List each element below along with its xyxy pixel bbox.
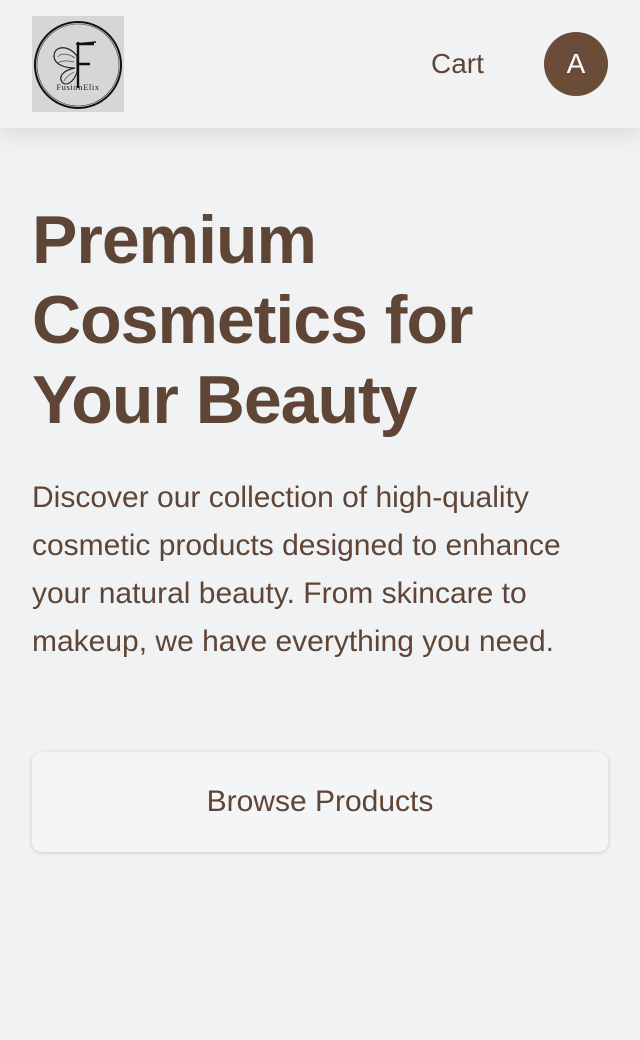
cart-link[interactable]: Cart [431,46,484,82]
browse-products-button[interactable]: Browse Products [32,752,608,852]
logo-wordmark: FusionElix [56,82,99,92]
hero-description: Discover our collection of high-quality … [32,481,561,658]
brand-logo[interactable]: FusionElix [32,16,124,112]
site-header: FusionElix Cart A [0,0,640,128]
hero-title: Premium Cosmetics for Your Beauty [32,202,473,438]
user-avatar[interactable]: A [544,32,608,96]
butterfly-logo-icon: FusionElix [34,21,122,109]
hero-section: Premium Cosmetics for Your Beauty Discov… [32,200,608,666]
